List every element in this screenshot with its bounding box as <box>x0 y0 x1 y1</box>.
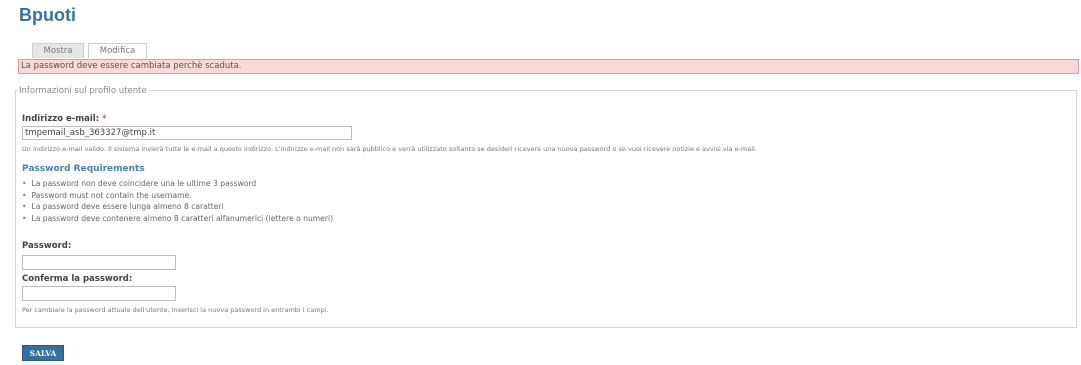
tab-modifica[interactable]: Modifica <box>88 43 147 58</box>
save-button[interactable]: SALVA <box>22 345 64 361</box>
tab-mostra[interactable]: Mostra <box>32 43 84 58</box>
email-label: Indirizzo e-mail: * <box>22 114 107 124</box>
requirement-item: La password deve contenere almeno 8 cara… <box>22 213 333 225</box>
password-field[interactable] <box>22 255 176 270</box>
password-requirements-title: Password Requirements <box>22 164 145 174</box>
page-title: Bpuoti <box>19 5 76 25</box>
password-description: Per cambiare la password attuale dell'ut… <box>22 306 329 314</box>
confirm-password-field[interactable] <box>22 286 176 301</box>
email-field[interactable] <box>22 126 352 140</box>
required-marker: * <box>102 114 107 124</box>
requirement-item: Password must not contain the username. <box>22 190 333 202</box>
page: Bpuoti Mostra Modifica La password deve … <box>0 0 1081 365</box>
password-label: Password: <box>22 241 72 251</box>
fieldset-legend: Informazioni sul profilo utente <box>17 86 149 96</box>
confirm-password-label: Conferma la password: <box>22 274 133 284</box>
password-requirements-list: La password non deve coincidere una le u… <box>22 178 333 224</box>
error-message: La password deve essere cambiata perchè … <box>18 59 1079 74</box>
email-label-text: Indirizzo e-mail: <box>22 114 100 124</box>
email-description: Un indirizzo e-mail valido. Il sistema i… <box>22 145 757 153</box>
requirement-item: La password deve essere lunga almeno 8 c… <box>22 201 333 213</box>
requirement-item: La password non deve coincidere una le u… <box>22 178 333 190</box>
